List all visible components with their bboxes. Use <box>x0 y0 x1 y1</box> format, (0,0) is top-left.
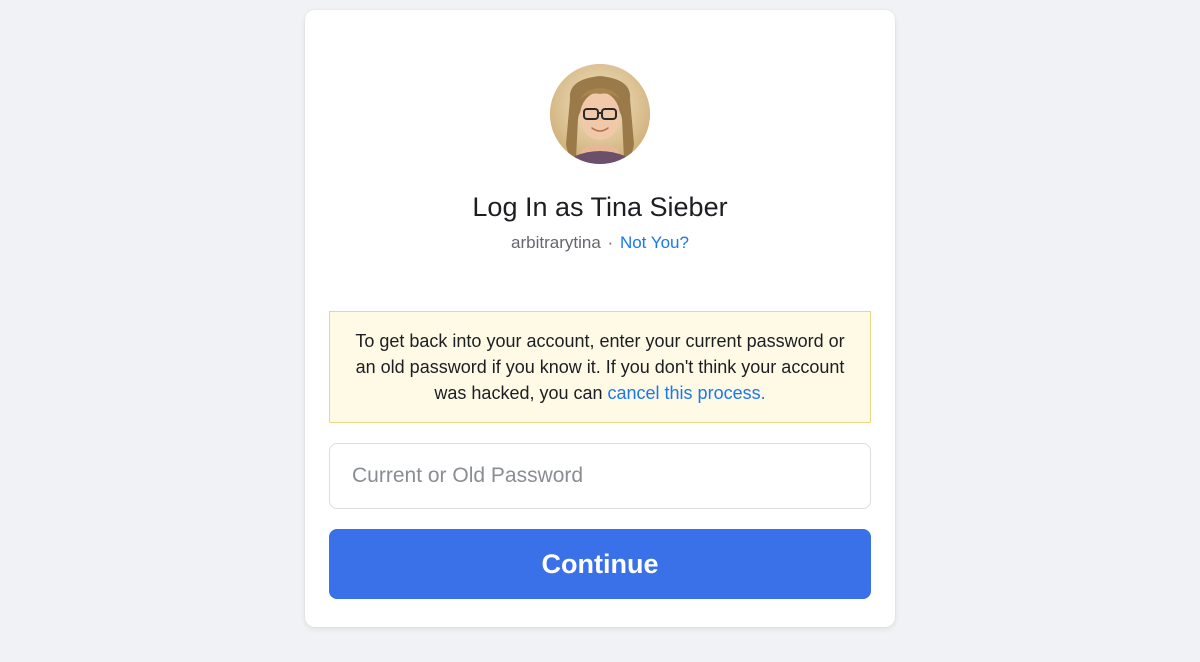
login-card: Log In as Tina Sieber arbitrarytina · No… <box>305 10 895 627</box>
page-title: Log In as Tina Sieber <box>472 192 727 223</box>
notice-text: To get back into your account, enter you… <box>355 331 844 403</box>
separator: · <box>608 233 614 252</box>
subtitle: arbitrarytina · Not You? <box>511 233 689 253</box>
avatar <box>550 64 650 164</box>
avatar-image <box>550 64 650 164</box>
cancel-process-link[interactable]: cancel this process. <box>608 383 766 403</box>
not-you-link[interactable]: Not You? <box>620 233 689 252</box>
username-text: arbitrarytina <box>511 233 601 252</box>
notice-box: To get back into your account, enter you… <box>329 311 871 423</box>
password-input[interactable] <box>329 443 871 509</box>
continue-button[interactable]: Continue <box>329 529 871 599</box>
